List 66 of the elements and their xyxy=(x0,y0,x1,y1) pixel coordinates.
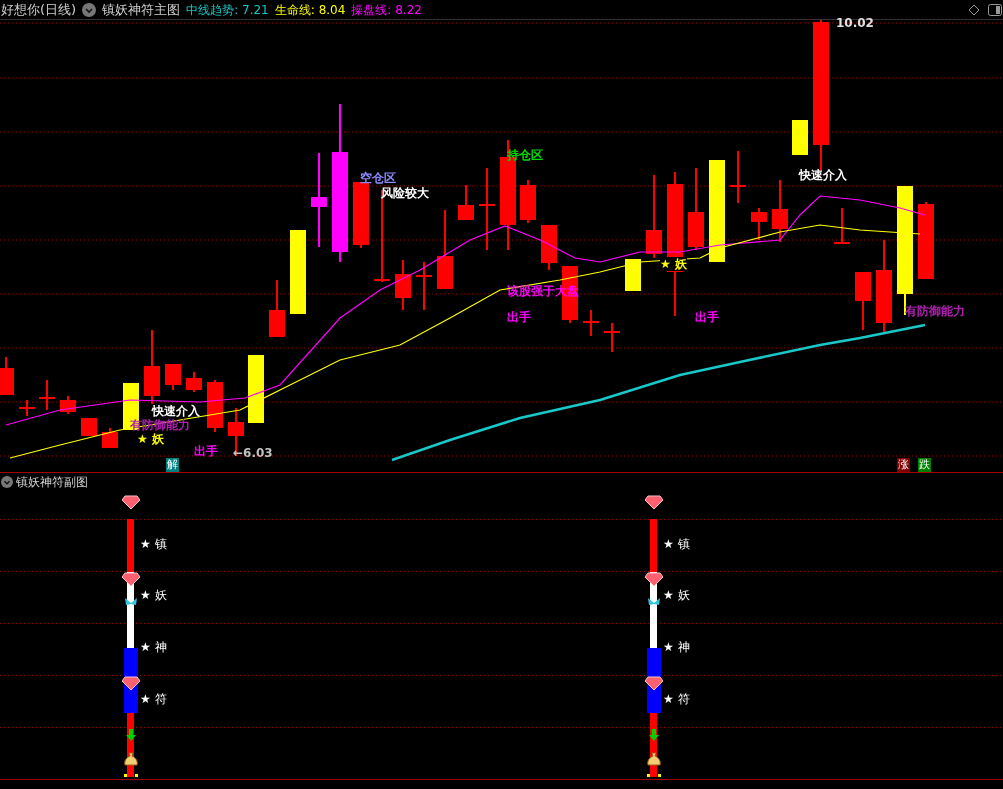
candlestick xyxy=(186,371,202,393)
money-bag-icon xyxy=(647,752,661,768)
money-bag-icon xyxy=(124,752,138,768)
candlestick xyxy=(60,395,76,415)
signal-tag: 跌 xyxy=(918,458,931,472)
indicator-name: 镇妖神符主图 xyxy=(102,0,181,19)
signal-label: ★ 镇 xyxy=(140,537,167,551)
gem-icon xyxy=(645,495,663,509)
chart-annotation: ←6.03 xyxy=(233,446,273,460)
candlestick xyxy=(582,309,600,337)
chart-annotation: 10.02 xyxy=(836,16,874,30)
candlestick xyxy=(395,259,411,311)
candlestick xyxy=(603,322,621,353)
chart-annotation: ★ 妖 xyxy=(660,257,687,271)
candlestick xyxy=(415,261,433,311)
indicator-value: 操盘线: 8.22 xyxy=(351,1,422,19)
gem-icon xyxy=(122,676,140,690)
signal-label: ★ 镇 xyxy=(663,537,690,551)
chart-annotation: 出手 xyxy=(695,310,719,324)
signal-label: ★ 神 xyxy=(140,640,167,654)
arrow-down-icon xyxy=(126,729,136,741)
panel-icon[interactable] xyxy=(988,3,1002,16)
gem-icon xyxy=(645,676,663,690)
candlestick xyxy=(81,417,97,437)
signal-label: ★ 神 xyxy=(663,640,690,654)
candlestick xyxy=(751,207,767,241)
candlestick xyxy=(38,379,56,411)
candlestick xyxy=(18,399,36,417)
candlestick xyxy=(541,224,557,271)
candlestick xyxy=(102,427,118,449)
gem-icon xyxy=(645,572,663,586)
signal-label: ★ 符 xyxy=(140,692,167,706)
signal-label: ★ 妖 xyxy=(140,588,167,602)
candlestick xyxy=(772,179,788,243)
subchart-title: 镇妖神符副图 xyxy=(16,474,88,491)
diamond-icon[interactable] xyxy=(968,3,980,16)
chart-annotation: 出手 xyxy=(194,444,218,458)
arrow-down-icon xyxy=(649,729,659,741)
candlestick xyxy=(792,119,808,156)
candlestick xyxy=(248,354,264,424)
chart-annotation: 出手 xyxy=(507,310,531,324)
signal-tag: 解 xyxy=(166,458,179,472)
candlestick xyxy=(165,363,181,391)
signal-tag: 涨 xyxy=(897,458,910,472)
signal-label: ★ 符 xyxy=(663,692,690,706)
chart-annotation: 快速介入 xyxy=(152,404,200,418)
chevron-down-icon[interactable] xyxy=(82,2,97,17)
candlestick xyxy=(729,150,747,204)
indicator-value: 中线趋势: 7.21 xyxy=(186,1,269,19)
candlestick xyxy=(855,271,871,331)
candlestick xyxy=(458,184,474,221)
stock-name: 好想你(日线) xyxy=(1,0,77,19)
indicator-value: 生命线: 8.04 xyxy=(274,1,346,19)
chart-annotation: 空仓区 xyxy=(360,171,396,185)
chevron-down-icon[interactable] xyxy=(1,476,13,488)
chart-annotation: ★ 妖 xyxy=(137,432,164,446)
gem-icon xyxy=(122,572,140,586)
gem-icon xyxy=(122,495,140,509)
candlestick xyxy=(0,356,14,396)
candlestick xyxy=(207,379,223,433)
candlestick xyxy=(833,207,851,244)
candlestick xyxy=(625,258,641,292)
candlestick xyxy=(269,279,285,338)
chart-annotation: 快速介入 xyxy=(799,168,847,182)
candlestick xyxy=(520,179,536,224)
signal-label: ★ 妖 xyxy=(663,588,690,602)
